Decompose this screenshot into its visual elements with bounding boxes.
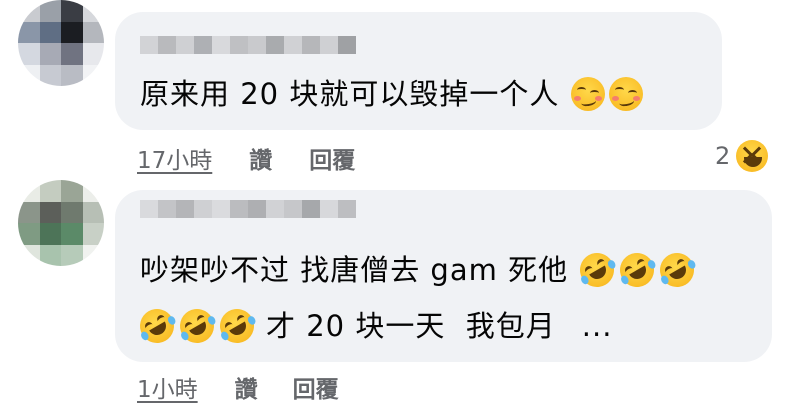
reaction-count: 2 [715, 142, 731, 170]
comment-text-line-1: 吵架吵不过 找唐僧去 gam 死他 [140, 246, 701, 294]
rolling-on-floor-laughing-emoji [653, 246, 701, 294]
comment-text-line-2: 才 20 块一天 我包月 ... [133, 302, 613, 350]
comment-thread: 原来用 20 块就可以毁掉一个人 17小時 讚 回覆 2 吵架吵不过 找唐僧去 … [0, 0, 800, 418]
comment-bubble [115, 12, 722, 130]
reply-button[interactable]: 回覆 [309, 141, 355, 175]
comment-actions: 1小時 讚 回覆 [137, 370, 339, 404]
woozy-face-emoji [609, 77, 644, 111]
woozy-face-emoji [571, 77, 606, 111]
rolling-on-floor-laughing-emoji [133, 302, 181, 350]
avatar[interactable] [18, 180, 104, 266]
avatar[interactable] [18, 0, 104, 86]
like-button[interactable]: 讚 [235, 370, 258, 404]
comment-actions: 17小時 讚 回覆 [137, 141, 355, 175]
author-name-redacted[interactable] [140, 200, 356, 218]
see-more-ellipsis[interactable]: ... [582, 309, 613, 343]
grinning-squinting-face-icon [736, 140, 769, 172]
like-button[interactable]: 讚 [249, 141, 272, 175]
comment-body-continued: 才 20 块一天 我包月 [266, 309, 556, 343]
rolling-on-floor-laughing-emoji [613, 246, 661, 294]
comment-text: 原来用 20 块就可以毁掉一个人 [140, 77, 644, 111]
reaction-summary[interactable]: 2 [715, 140, 769, 172]
rolling-on-floor-laughing-emoji [213, 302, 261, 350]
rolling-on-floor-laughing-emoji [573, 246, 621, 294]
timestamp-link[interactable]: 1小時 [137, 370, 198, 404]
comment-body: 吵架吵不过 找唐僧去 gam 死他 [140, 253, 569, 287]
timestamp-link[interactable]: 17小時 [137, 141, 212, 175]
reply-button[interactable]: 回覆 [293, 370, 339, 404]
comment-body: 原来用 20 块就可以毁掉一个人 [140, 77, 560, 111]
rolling-on-floor-laughing-emoji [173, 302, 221, 350]
author-name-redacted[interactable] [140, 36, 356, 54]
